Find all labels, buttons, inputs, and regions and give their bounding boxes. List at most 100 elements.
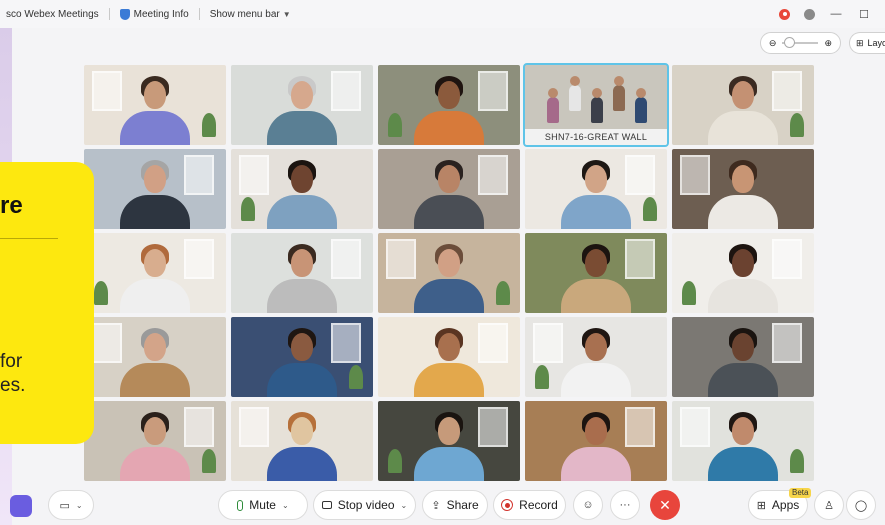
- background-window: [680, 155, 710, 195]
- room-participant: [591, 88, 603, 123]
- record-label: Record: [519, 498, 558, 512]
- promo-heading: re: [0, 192, 23, 219]
- video-tile[interactable]: [525, 401, 667, 481]
- video-tile-room[interactable]: SHN7-16-GREAT WALL: [523, 63, 669, 147]
- background-window: [92, 71, 122, 111]
- background-window: [772, 239, 802, 279]
- video-tile[interactable]: [231, 317, 373, 397]
- video-tile[interactable]: [525, 317, 667, 397]
- video-tile[interactable]: [378, 401, 520, 481]
- room-participants: [535, 71, 657, 127]
- zoom-slider[interactable]: [782, 37, 819, 48]
- stop-video-button[interactable]: Stop video ⌄: [313, 490, 416, 520]
- participant-face: [291, 165, 313, 193]
- background-window: [92, 323, 122, 363]
- video-tile[interactable]: [378, 65, 520, 145]
- participant-face: [732, 81, 754, 109]
- video-tile[interactable]: [378, 233, 520, 313]
- video-tile[interactable]: [84, 65, 226, 145]
- share-button[interactable]: ⇪ Share: [422, 490, 488, 520]
- layout-button[interactable]: ⊞ Layo: [849, 32, 885, 54]
- record-icon: [501, 499, 514, 511]
- maximize-button[interactable]: ☐: [857, 8, 871, 21]
- video-tile[interactable]: [231, 65, 373, 145]
- reactions-button[interactable]: ☺: [573, 490, 603, 520]
- video-tile[interactable]: [84, 149, 226, 229]
- video-tile[interactable]: [672, 65, 814, 145]
- more-icon: ···: [619, 499, 631, 511]
- participant-face: [291, 249, 313, 277]
- meeting-info-button[interactable]: Meeting Info: [119, 8, 189, 20]
- background-plant: [790, 449, 804, 473]
- apps-label: Apps: [771, 498, 800, 512]
- minimize-button[interactable]: —: [829, 8, 843, 20]
- video-tile[interactable]: [378, 149, 520, 229]
- background-plant: [535, 365, 549, 389]
- settings-icon[interactable]: [804, 8, 815, 20]
- background-plant: [643, 197, 657, 221]
- mute-button[interactable]: Mute ⌄: [218, 490, 308, 520]
- room-participant: [613, 76, 625, 111]
- chat-button[interactable]: ◯: [846, 490, 876, 520]
- more-options-button[interactable]: ···: [610, 490, 640, 520]
- background-window: [331, 239, 361, 279]
- assistant-avatar-icon[interactable]: [10, 495, 32, 517]
- background-window: [184, 407, 214, 447]
- video-tile[interactable]: [84, 317, 226, 397]
- video-tile[interactable]: [231, 149, 373, 229]
- background-window: [772, 323, 802, 363]
- captions-button[interactable]: ▭ ⌄: [48, 490, 94, 520]
- layout-label: Layo: [867, 38, 885, 48]
- share-label: Share: [446, 498, 479, 512]
- show-menu-bar-button[interactable]: Show menu bar ▼: [210, 9, 291, 20]
- zoom-slider-knob[interactable]: [784, 37, 796, 48]
- participant-face: [585, 165, 607, 193]
- participant-face: [438, 165, 460, 193]
- video-tile[interactable]: [672, 233, 814, 313]
- participants-button[interactable]: ♙: [814, 490, 844, 520]
- beta-badge: Beta: [789, 488, 812, 498]
- participant-face: [144, 333, 166, 361]
- participant-face: [732, 165, 754, 193]
- participant-face: [585, 333, 607, 361]
- participant-face: [144, 249, 166, 277]
- background-plant: [790, 113, 804, 137]
- background-window: [239, 155, 269, 195]
- background-plant: [388, 113, 402, 137]
- participant-face: [732, 417, 754, 445]
- background-window: [772, 71, 802, 111]
- record-button[interactable]: Record: [493, 490, 566, 520]
- promo-text-line2: es.: [0, 375, 26, 396]
- zoom-out-icon[interactable]: ⊖: [769, 38, 777, 49]
- show-menu-bar-label: Show menu bar: [209, 8, 280, 20]
- background-window: [478, 155, 508, 195]
- video-tile[interactable]: [672, 401, 814, 481]
- participant-face: [291, 333, 313, 361]
- divider: [198, 8, 200, 20]
- background-window: [331, 323, 361, 363]
- video-tile[interactable]: [378, 317, 520, 397]
- room-participant: [547, 88, 559, 123]
- video-tile[interactable]: [672, 317, 814, 397]
- video-tile[interactable]: [525, 149, 667, 229]
- video-tile[interactable]: [231, 233, 373, 313]
- captions-icon: ▭: [59, 499, 70, 512]
- background-plant: [682, 281, 696, 305]
- participant-face: [438, 417, 460, 445]
- video-tile[interactable]: [84, 233, 226, 313]
- background-window: [478, 323, 508, 363]
- microphone-icon: [237, 499, 244, 511]
- window-controls: — ☐: [779, 0, 885, 28]
- video-tile[interactable]: [525, 233, 667, 313]
- participant-face: [144, 165, 166, 193]
- video-tile[interactable]: [231, 401, 373, 481]
- apps-grid-icon: ⊞: [756, 499, 766, 512]
- recording-indicator-icon[interactable]: [779, 8, 790, 20]
- participant-face: [144, 417, 166, 445]
- end-meeting-button[interactable]: ✕: [650, 490, 680, 520]
- participant-face: [585, 249, 607, 277]
- video-tile[interactable]: [84, 401, 226, 481]
- video-tile[interactable]: [672, 149, 814, 229]
- zoom-in-icon[interactable]: ⊕: [824, 38, 832, 49]
- background-window: [533, 323, 563, 363]
